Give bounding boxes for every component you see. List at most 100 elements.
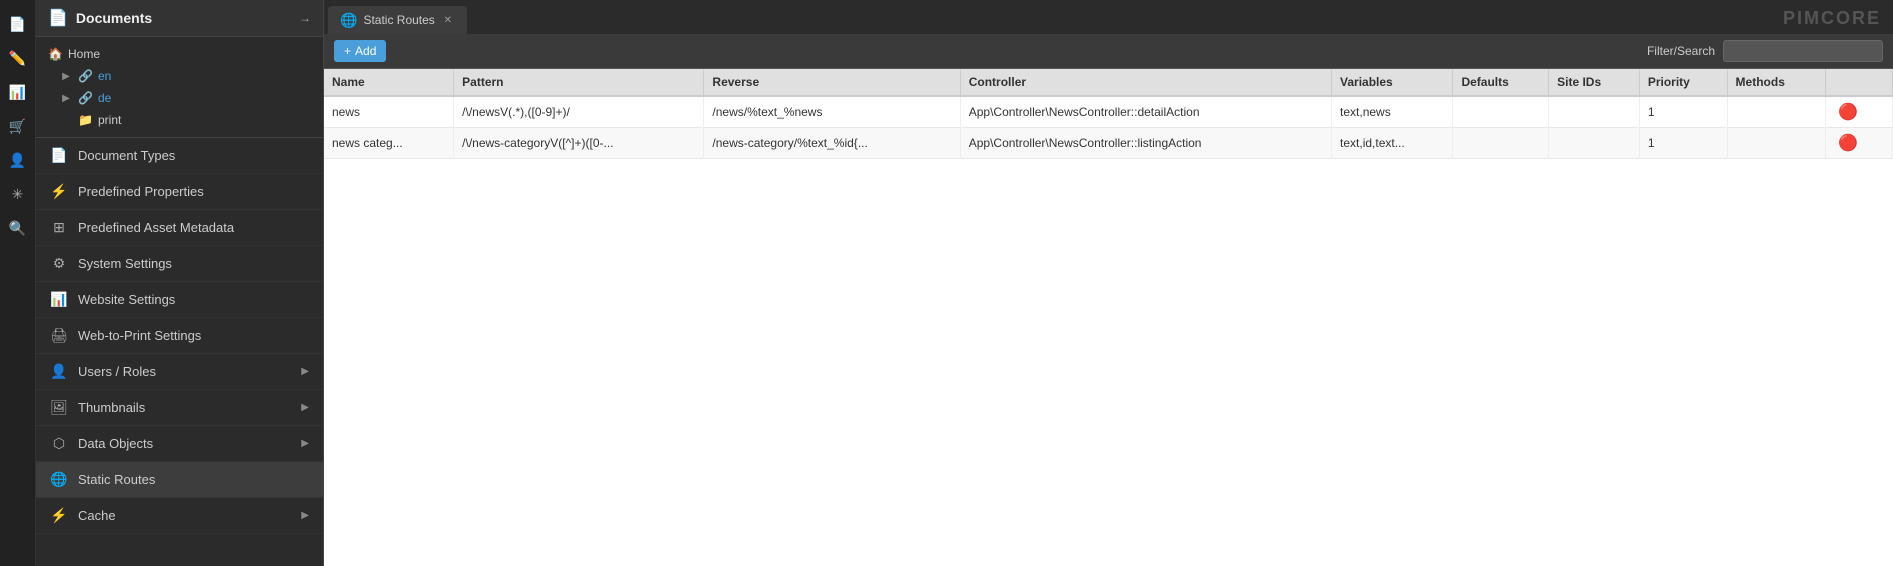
routes-table: Name Pattern Reverse Controller Variable… [324,69,1893,159]
cell-site-ids [1549,96,1640,128]
menu-item-label: Predefined Properties [78,184,309,199]
cell-delete: 🔴 [1826,96,1893,128]
col-controller: Controller [960,69,1331,96]
tree-item-label: en [98,69,111,83]
icon-bar-users[interactable]: 👤 [2,144,34,176]
tab-static-routes[interactable]: 🌐 Static Routes ✕ [328,6,467,34]
users-roles-icon: 👤 [50,363,68,380]
menu-item-label: Data Objects [78,436,291,451]
cell-reverse: /news-category/%text_%id{... [704,128,960,159]
predefined-asset-icon: ⊞ [50,219,68,236]
menu-item-label: System Settings [78,256,309,271]
icon-bar-assets[interactable]: ✏️ [2,42,34,74]
expand-icon: ▶ [60,93,72,104]
delete-row-button[interactable]: 🔴 [1834,102,1862,122]
menu-item-website-settings[interactable]: 📊 Website Settings [36,282,323,318]
menu-item-web-to-print[interactable]: 🖨 Web-to-Print Settings [36,318,323,354]
settings-menu: 📄 Document Types ⚡ Predefined Properties… [36,138,323,566]
tree-item-label: de [98,91,111,105]
icon-bar-integrations[interactable]: ✳ [2,178,34,210]
menu-item-label: Static Routes [78,472,309,487]
cell-defaults [1453,96,1549,128]
sidebar: 📄 Documents → 🏠 Home ▶ 🔗 en ▶ 🔗 de 📁 pri… [36,0,324,566]
thumbnails-icon: 🖼 [50,399,68,416]
add-button[interactable]: + Add [334,40,386,62]
document-types-icon: 📄 [50,147,68,164]
link-icon: 🔗 [78,91,92,105]
cell-variables: text,id,text... [1332,128,1453,159]
toolbar: + Add Filter/Search [324,34,1893,69]
menu-item-document-types[interactable]: 📄 Document Types [36,138,323,174]
icon-bar-search[interactable]: 🔍 [2,212,34,244]
menu-item-thumbnails[interactable]: 🖼 Thumbnails ▶ [36,390,323,426]
icon-bar: 📄 ✏️ 📊 🛒 👤 ✳ 🔍 [0,0,36,566]
col-variables: Variables [1332,69,1453,96]
tree-item-en[interactable]: ▶ 🔗 en [36,65,323,87]
system-settings-icon: ⚙ [50,255,68,272]
routes-table-container: Name Pattern Reverse Controller Variable… [324,69,1893,566]
tab-bar: 🌐 Static Routes ✕ [324,0,1893,34]
cell-name: news categ... [324,128,454,159]
cell-name: news [324,96,454,128]
sidebar-header-title: Documents [76,10,291,26]
col-reverse: Reverse [704,69,960,96]
menu-item-predefined-properties[interactable]: ⚡ Predefined Properties [36,174,323,210]
menu-item-system-settings[interactable]: ⚙ System Settings [36,246,323,282]
delete-row-button[interactable]: 🔴 [1834,133,1862,153]
tree-item-home[interactable]: 🏠 Home [36,43,323,65]
submenu-arrow-icon: ▶ [301,438,309,449]
cell-defaults [1453,128,1549,159]
icon-bar-documents[interactable]: 📄 [2,8,34,40]
col-site-ids: Site IDs [1549,69,1640,96]
menu-item-static-routes[interactable]: 🌐 Static Routes [36,462,323,498]
cell-methods [1727,128,1826,159]
cell-priority: 1 [1639,128,1727,159]
tab-globe-icon: 🌐 [340,12,357,29]
filter-section: Filter/Search [1647,40,1883,62]
add-label: Add [355,44,376,58]
link-icon: 🔗 [78,69,92,83]
submenu-arrow-icon: ▶ [301,366,309,377]
table-body: news /\/newsV(.*),([0-9]+)/ /news/%text_… [324,96,1893,159]
filter-label: Filter/Search [1647,44,1715,58]
sidebar-header: 📄 Documents → [36,0,323,37]
icon-bar-analytics[interactable]: 📊 [2,76,34,108]
expand-icon: ▶ [60,71,72,82]
cell-priority: 1 [1639,96,1727,128]
col-priority: Priority [1639,69,1727,96]
menu-item-label: Predefined Asset Metadata [78,220,309,235]
submenu-arrow-icon: ▶ [301,402,309,413]
icon-bar-ecommerce[interactable]: 🛒 [2,110,34,142]
submenu-arrow-icon: ▶ [301,510,309,521]
sidebar-collapse-arrow[interactable]: → [299,11,311,25]
cell-controller: App\Controller\NewsController::listingAc… [960,128,1331,159]
menu-item-data-objects[interactable]: ⬡ Data Objects ▶ [36,426,323,462]
menu-item-label: Web-to-Print Settings [78,328,309,343]
col-methods: Methods [1727,69,1826,96]
main-content: PIMCORE 🌐 Static Routes ✕ + Add Filter/S… [324,0,1893,566]
tree-item-print[interactable]: 📁 print [36,109,323,131]
cache-icon: ⚡ [50,507,68,524]
sidebar-header-icon: 📄 [48,8,68,28]
col-defaults: Defaults [1453,69,1549,96]
menu-item-label: Thumbnails [78,400,291,415]
menu-item-label: Users / Roles [78,364,291,379]
folder-icon: 📁 [78,113,92,127]
tab-close-button[interactable]: ✕ [441,13,455,27]
cell-reverse: /news/%text_%news [704,96,960,128]
tab-label: Static Routes [363,13,434,27]
col-actions [1826,69,1893,96]
cell-controller: App\Controller\NewsController::detailAct… [960,96,1331,128]
col-pattern: Pattern [454,69,704,96]
menu-item-predefined-asset-metadata[interactable]: ⊞ Predefined Asset Metadata [36,210,323,246]
menu-item-label: Document Types [78,148,309,163]
menu-item-users-roles[interactable]: 👤 Users / Roles ▶ [36,354,323,390]
cell-methods [1727,96,1826,128]
cell-delete: 🔴 [1826,128,1893,159]
tree-item-label: Home [68,47,100,61]
home-icon: 🏠 [48,47,62,61]
tree-item-de[interactable]: ▶ 🔗 de [36,87,323,109]
filter-input[interactable] [1723,40,1883,62]
menu-item-cache[interactable]: ⚡ Cache ▶ [36,498,323,534]
website-settings-icon: 📊 [50,291,68,308]
